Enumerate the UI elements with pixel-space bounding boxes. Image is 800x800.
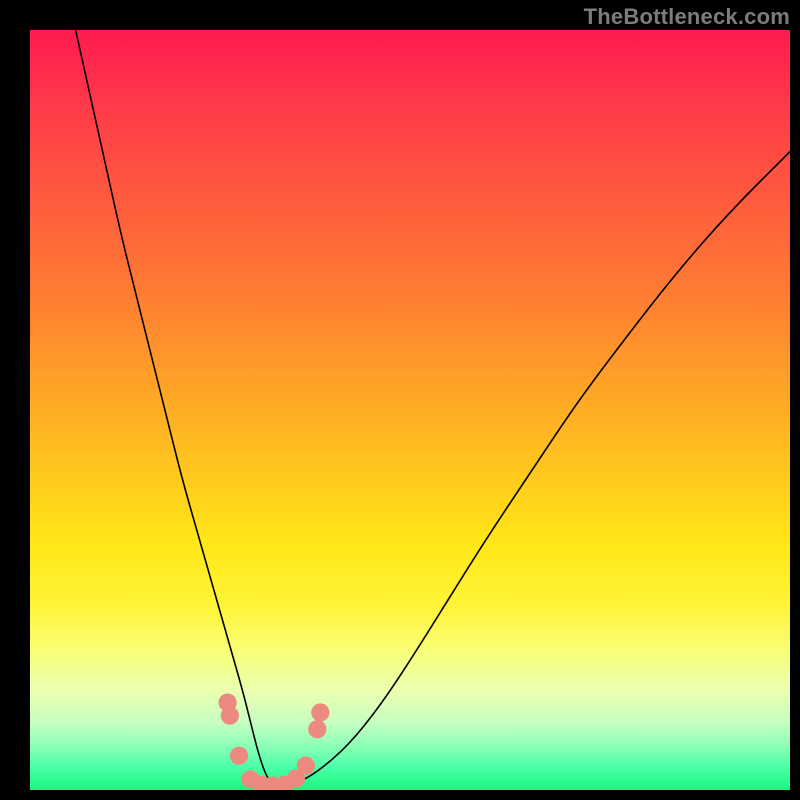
plot-area xyxy=(30,30,790,790)
curve-marker xyxy=(218,693,236,711)
marker-layer xyxy=(218,693,329,790)
watermark-text: TheBottleneck.com xyxy=(584,4,790,30)
curve-marker xyxy=(311,703,329,721)
curve-marker xyxy=(221,706,239,724)
chart-frame: TheBottleneck.com xyxy=(0,0,800,800)
curve-marker xyxy=(230,747,248,765)
curve-marker xyxy=(297,757,315,775)
curve-marker xyxy=(253,776,271,790)
curve-marker xyxy=(264,776,282,790)
bottleneck-curve xyxy=(76,30,790,786)
curve-marker xyxy=(287,769,305,787)
curve-marker xyxy=(241,770,259,788)
curve-marker xyxy=(308,720,326,738)
curve-marker xyxy=(275,776,293,790)
curve-svg xyxy=(30,30,790,790)
